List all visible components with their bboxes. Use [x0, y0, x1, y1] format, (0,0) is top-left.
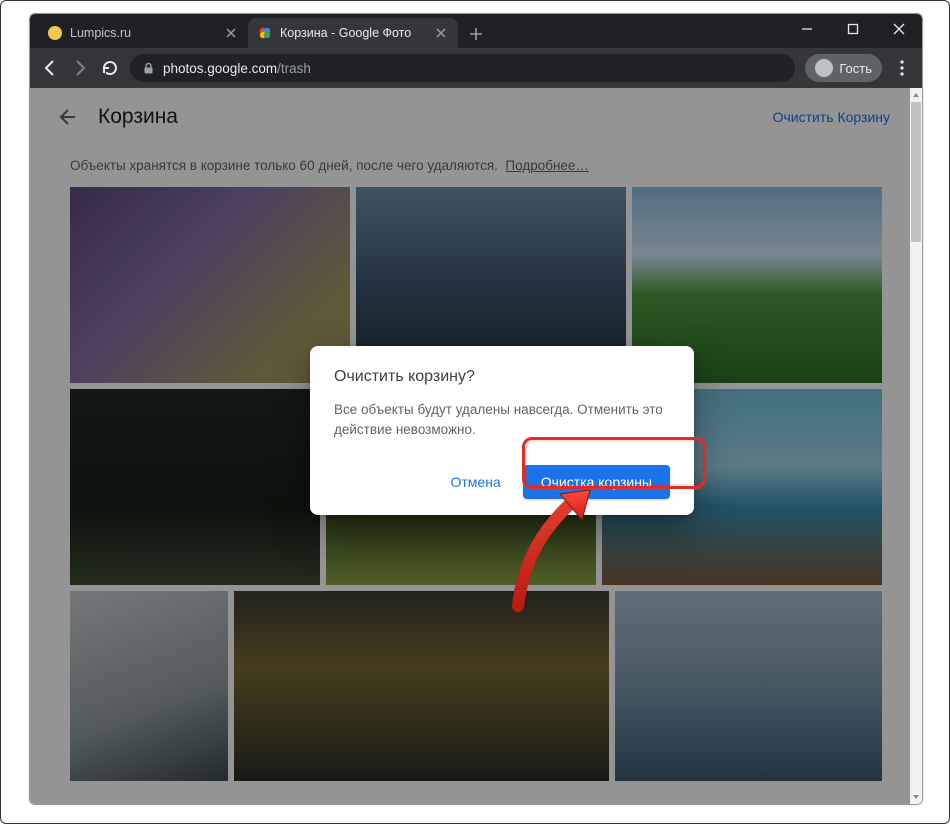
reload-button[interactable] [100, 58, 120, 78]
browser-window: Lumpics.ru Корзина - Google Ф [29, 13, 923, 805]
profile-label: Гость [839, 61, 872, 76]
titlebar: Lumpics.ru Корзина - Google Ф [30, 14, 922, 48]
tab-title: Lumpics.ru [70, 26, 216, 40]
dialog-title: Очистить корзину? [334, 368, 670, 386]
scroll-thumb[interactable] [911, 102, 921, 242]
page-viewport: Корзина Очистить Корзину Объекты хранятс… [30, 88, 922, 804]
back-button[interactable] [40, 58, 60, 78]
kebab-menu-button[interactable] [892, 58, 912, 78]
scroll-track[interactable] [910, 102, 922, 790]
confirm-dialog: Очистить корзину? Все объекты будут удал… [310, 346, 694, 515]
tab-strip: Lumpics.ru Корзина - Google Ф [38, 14, 490, 48]
confirm-empty-trash-button[interactable]: Очистка корзины [523, 465, 670, 499]
vertical-scrollbar[interactable] [910, 88, 922, 804]
close-icon[interactable] [224, 26, 238, 40]
cancel-button[interactable]: Отмена [441, 466, 511, 498]
new-tab-button[interactable] [462, 20, 490, 48]
address-field[interactable]: photos.google.com/trash [130, 54, 795, 82]
avatar-icon [815, 59, 833, 77]
scroll-up-icon[interactable] [910, 88, 922, 102]
tab-lumpics[interactable]: Lumpics.ru [38, 18, 248, 48]
maximize-button[interactable] [830, 14, 876, 44]
profile-pill[interactable]: Гость [805, 54, 882, 82]
address-bar: photos.google.com/trash Гость [30, 48, 922, 88]
minimize-button[interactable] [784, 14, 830, 44]
address-text: photos.google.com/trash [163, 61, 311, 76]
dialog-body: Все объекты будут удалены навсегда. Отме… [334, 400, 670, 439]
lock-icon [142, 62, 155, 75]
window-controls [784, 14, 922, 48]
favicon-google-photos [258, 26, 272, 40]
close-icon[interactable] [434, 26, 448, 40]
forward-button[interactable] [70, 58, 90, 78]
tab-title: Корзина - Google Фото [280, 26, 426, 40]
dialog-actions: Отмена Очистка корзины [334, 465, 670, 499]
close-window-button[interactable] [876, 14, 922, 44]
scroll-down-icon[interactable] [910, 790, 922, 804]
tab-google-photos-trash[interactable]: Корзина - Google Фото [248, 18, 458, 48]
favicon-lumpics [48, 26, 62, 40]
